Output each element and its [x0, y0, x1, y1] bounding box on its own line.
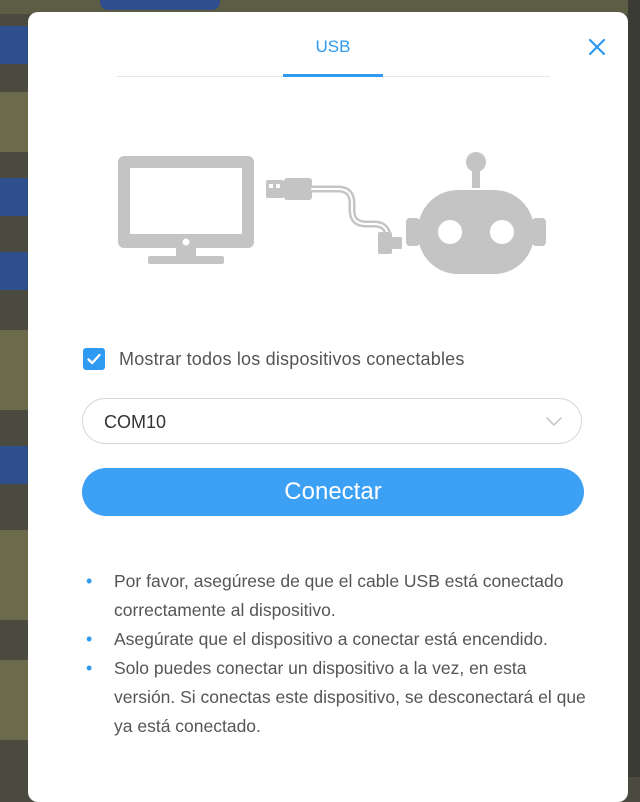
background-block: [0, 26, 30, 64]
show-all-devices-checkbox[interactable]: Mostrar todos los dispositivos conectabl…: [83, 346, 465, 372]
background-block: [0, 530, 30, 620]
bullet: •: [86, 571, 93, 591]
port-select[interactable]: COM10: [82, 398, 582, 444]
background-block: [0, 446, 30, 484]
chevron-down-icon: [546, 417, 562, 426]
connection-notes: • Por favor, asegúrese de que el cable U…: [82, 567, 592, 741]
robot-icon: [406, 152, 546, 274]
note-text: Asegúrate que el dispositivo a conectar …: [114, 629, 548, 649]
note-text: Solo puedes conectar un dispositivo a la…: [114, 658, 586, 736]
close-button[interactable]: [586, 36, 608, 58]
background-block: [0, 252, 30, 290]
background-block: [0, 330, 30, 410]
background-block: [0, 660, 30, 740]
list-item: • Asegúrate que el dispositivo a conecta…: [82, 625, 592, 654]
tab-usb[interactable]: USB: [283, 12, 383, 76]
background-block: [0, 92, 30, 152]
show-all-devices-label: Mostrar todos los dispositivos conectabl…: [119, 348, 465, 369]
background-right-edge: [628, 0, 640, 777]
list-item: • Solo puedes conectar un dispositivo a …: [82, 654, 592, 741]
bullet: •: [86, 658, 93, 678]
usb-cable-icon: [266, 178, 402, 254]
tab-bar: USB: [117, 12, 550, 77]
check-icon: [87, 353, 101, 365]
monitor-icon: [118, 156, 254, 264]
connection-illustration: [116, 150, 556, 280]
close-icon: [588, 38, 606, 56]
background-top-tab: [100, 0, 220, 10]
usb-connect-dialog: USB Mostrar todos los dispositivos conec…: [28, 12, 628, 802]
tab-active-indicator: [283, 74, 383, 77]
list-item: • Por favor, asegúrese de que el cable U…: [82, 567, 592, 625]
connect-button[interactable]: Conectar: [82, 468, 584, 516]
background-block: [0, 178, 30, 216]
port-select-value: COM10: [104, 412, 167, 432]
note-text: Por favor, asegúrese de que el cable USB…: [114, 571, 564, 620]
bullet: •: [86, 629, 93, 649]
checkbox-checked[interactable]: [83, 348, 105, 370]
